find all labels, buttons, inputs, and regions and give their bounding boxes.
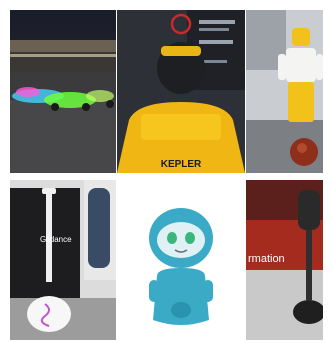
photo-kepler-robot: KEPLER — [117, 10, 245, 173]
photo-glidance-robot: Glidance — [10, 180, 116, 340]
kepler-robot-image: KEPLER — [117, 10, 245, 173]
yellow-humanoid-image — [246, 10, 323, 173]
booth-robot-image: rmation — [246, 180, 323, 340]
glidance-label: Glidance — [40, 235, 72, 244]
companion-robot-image — [117, 180, 245, 340]
race-cars-image — [10, 10, 116, 173]
kepler-label: KEPLER — [161, 159, 202, 170]
glidance-robot-image: Glidance — [10, 180, 116, 340]
photo-companion-robot — [117, 180, 245, 340]
photo-yellow-humanoid — [246, 10, 323, 173]
booth-sign-label: rmation — [248, 253, 285, 265]
photo-booth-robot: rmation — [246, 180, 323, 340]
photo-collage: KEPLER Glidance rmation — [0, 0, 333, 343]
photo-race-cars — [10, 10, 116, 173]
